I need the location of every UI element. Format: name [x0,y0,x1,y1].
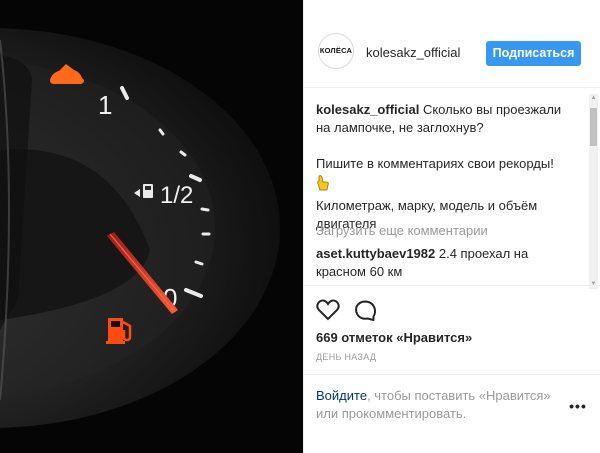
login-prompt-text: Войдите, чтобы поставить «Нравится» или … [316,387,556,423]
load-more-comments[interactable]: Загрузить еще комментарии [316,223,488,238]
follow-button[interactable]: Подписаться [486,41,581,66]
comment-item: aset.kuttybaev1982 2.4 проехал на красно… [316,245,574,281]
avatar[interactable]: КОЛЁСА [318,33,354,69]
post-actions: 669 отметок «Нравится» день назад [304,285,600,373]
post-timestamp[interactable]: день назад [316,352,376,362]
comments-scrollbar[interactable]: ▲ ▼ [589,94,598,289]
post-caption: kolesakz_official Сколько вы проезжали н… [316,101,574,233]
comment-button[interactable] [352,297,378,323]
post-photo[interactable]: 1 1/2 0 [0,0,303,453]
avatar-logo-text: КОЛЁСА [319,46,353,55]
login-prompt: Войдите, чтобы поставить «Нравится» или … [304,374,600,453]
pointing-hand-icon [316,173,574,197]
caption-line2: Пишите в комментариях свои рекорды! [316,156,554,171]
comments-section: kolesakz_official Сколько вы проезжали н… [304,89,600,285]
post-header: КОЛЁСА kolesakz_official Подписаться [304,0,600,88]
post-panel: КОЛЁСА kolesakz_official Подписаться kol… [303,0,600,453]
like-button[interactable] [315,297,341,323]
comment-username[interactable]: aset.kuttybaev1982 [316,246,435,261]
scroll-up-arrow-icon[interactable]: ▲ [589,94,598,103]
caption-username[interactable]: kolesakz_official [316,102,419,117]
heart-icon [316,299,340,321]
login-link[interactable]: Войдите [316,388,367,403]
more-options-button[interactable]: ••• [567,399,589,413]
gauge-label-full: 1 [98,90,112,120]
fuel-gauge-image: 1 1/2 0 [0,0,303,453]
likes-count[interactable]: 669 отметок «Нравится» [316,330,472,345]
scroll-thumb[interactable] [590,108,597,146]
header-username[interactable]: kolesakz_official [366,45,460,60]
comment-icon [355,300,377,321]
gauge-label-half: 1/2 [160,182,193,209]
